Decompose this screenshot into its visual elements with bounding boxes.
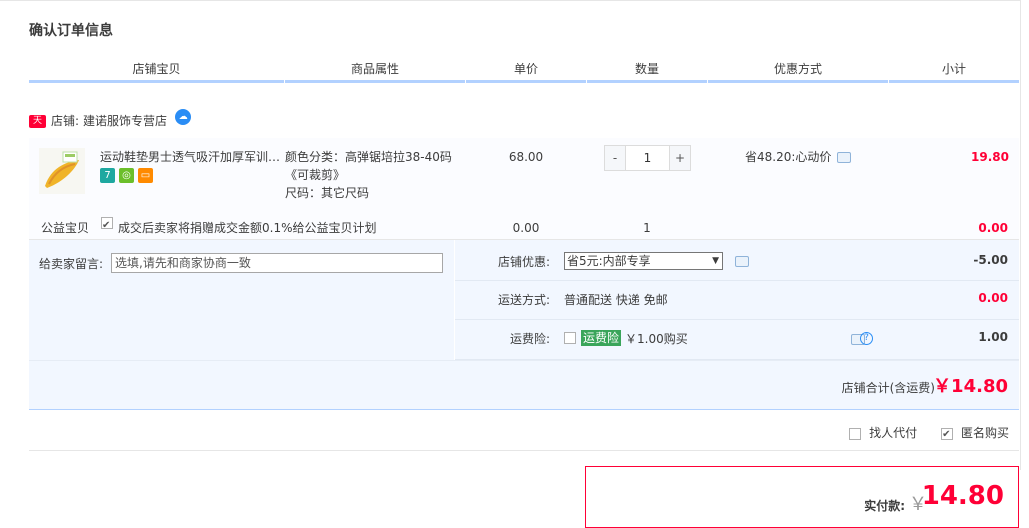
divider: [29, 450, 1019, 451]
service-badges: 7 ◎ ▭: [100, 168, 153, 183]
anonymous-label: 匿名购买: [960, 426, 1009, 440]
order-options: 找人代付 匿名购买: [849, 424, 1009, 444]
quantity-input[interactable]: 1: [625, 146, 670, 170]
right-border: [1020, 0, 1021, 470]
help-icon[interactable]: ?: [860, 332, 873, 345]
message-icon[interactable]: [837, 151, 852, 163]
shop-row: 天猫 店铺: 建诺服饰专营店 ☁: [29, 109, 192, 139]
discount-selected-value: 省5元:内部专享: [567, 254, 651, 268]
payment-value: 14.80: [921, 481, 1004, 511]
tmall-badge-icon: 天猫: [29, 114, 46, 139]
discount-row: 店铺优惠: 省5元:内部专享 ▼ -5.00: [455, 240, 1019, 281]
product-attributes: 颜色分类：高弹锯培拉38-40码《可裁剪》 尺码：其它尺码: [285, 148, 465, 202]
charity-text: 成交后卖家将捐赠成交金额0.1%给公益宝贝计划: [118, 221, 377, 235]
insurance-checkbox[interactable]: [564, 332, 576, 344]
wangwang-chat-icon[interactable]: ☁: [175, 109, 192, 125]
shipping-value: 0.00: [978, 291, 1008, 305]
table-header: 店铺宝贝 商品属性 单价 数量 优惠方式 小计: [29, 58, 1019, 83]
header-discount: 优惠方式: [708, 58, 888, 83]
attr-size: 尺码：其它尺码: [285, 186, 370, 200]
message-icon[interactable]: [735, 256, 749, 267]
chevron-down-icon: ▼: [712, 256, 719, 266]
proxy-pay-option[interactable]: 找人代付: [849, 424, 917, 442]
charity-subtotal: 0.00: [978, 221, 1008, 235]
shipping-row: 运送方式: 普通配送 快递 免邮 0.00: [455, 281, 1019, 320]
discount-value: -5.00: [973, 253, 1008, 267]
product-name-link[interactable]: 运动鞋垫男士透气吸汗加厚军训…: [100, 148, 280, 166]
shipping-label: 运送方式:: [497, 293, 550, 307]
header-unit-price: 单价: [466, 58, 586, 83]
anonymous-checkbox[interactable]: [941, 426, 954, 444]
item-subtotal: 19.80: [971, 150, 1009, 164]
discount-label: 店铺优惠:: [497, 255, 550, 269]
credit-card-icon[interactable]: ▭: [138, 168, 153, 183]
payment-label: 实付款:: [864, 499, 905, 513]
header-quantity: 数量: [587, 58, 707, 83]
charity-label: 公益宝贝: [41, 221, 90, 235]
promo-text: 省48.20:心动价: [745, 150, 832, 164]
charity-row: 公益宝贝 成交后卖家将捐赠成交金额0.1%给公益宝贝计划 0.00 1 0.00: [29, 215, 1019, 239]
proxy-pay-checkbox[interactable]: [849, 427, 862, 440]
promo-info: 省48.20:心动价: [745, 148, 852, 166]
quantity-stepper: - 1 +: [604, 145, 691, 171]
attr-color: 颜色分类：高弹锯培拉38-40码《可裁剪》: [285, 150, 452, 182]
memo-label: 给卖家留言:: [39, 257, 104, 271]
charity-qty: 1: [643, 221, 651, 235]
product-thumbnail[interactable]: [39, 148, 85, 194]
shop-total-value: ￥14.80: [933, 376, 1008, 397]
charity-checkbox[interactable]: [101, 215, 113, 237]
shop-total-label: 店铺合计(含运费): [841, 381, 935, 395]
quantity-plus-button[interactable]: +: [670, 146, 690, 170]
unit-price: 68.00: [508, 150, 544, 164]
insurance-price: ￥1.00购买: [625, 332, 688, 346]
header-attributes: 商品属性: [285, 58, 465, 83]
charity-price: 0.00: [512, 221, 540, 235]
shop-name-link[interactable]: 建诺服饰专营店: [83, 110, 167, 132]
quantity-minus-button[interactable]: -: [605, 146, 625, 170]
shop-label: 店铺:: [51, 114, 80, 128]
insurance-row: 运费险: 运费险 ￥1.00购买 ? 1.00: [455, 320, 1019, 360]
shipping-method: 普通配送 快递 免邮: [564, 293, 668, 307]
guarantee-icon[interactable]: ◎: [119, 168, 134, 183]
discount-select[interactable]: 省5元:内部专享 ▼: [564, 252, 723, 270]
top-divider: [0, 0, 1020, 3]
header-subtotal: 小计: [889, 58, 1019, 83]
memo-input[interactable]: 选填,请先和商家协商一致: [111, 253, 443, 273]
anonymous-option[interactable]: 匿名购买: [941, 424, 1009, 444]
insurance-tag: 运费险: [581, 330, 622, 346]
insurance-label: 运费险:: [509, 332, 550, 346]
proxy-pay-label: 找人代付: [869, 426, 918, 440]
insurance-value: 1.00: [978, 330, 1008, 344]
header-shop-item: 店铺宝贝: [29, 58, 284, 83]
page-title: 确认订单信息: [29, 23, 113, 39]
seven-day-return-icon[interactable]: 7: [100, 168, 115, 183]
shop-total-row: 店铺合计(含运费) ￥14.80: [29, 360, 1019, 410]
